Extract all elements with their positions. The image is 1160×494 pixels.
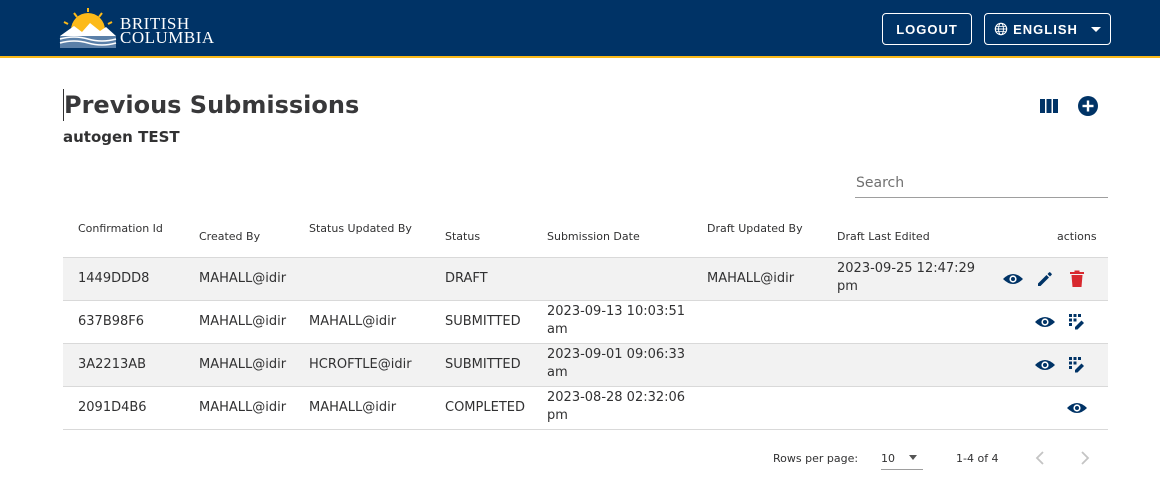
- column-header-created-by[interactable]: Created By: [199, 230, 260, 243]
- manage-submission-button[interactable]: [1065, 353, 1089, 377]
- column-header-draft-last-edited[interactable]: Draft Last Edited: [837, 230, 930, 243]
- language-label: ENGLISH: [1013, 21, 1078, 37]
- caret-down-icon: [909, 455, 917, 460]
- bc-sun-mountain-icon: [59, 8, 117, 48]
- eye-icon: [1035, 360, 1055, 370]
- logout-button[interactable]: LOGOUT: [882, 13, 972, 45]
- column-header-confirmation-id[interactable]: Confirmation Id: [78, 222, 163, 235]
- trash-icon: [1070, 270, 1084, 287]
- cell-submission-date: 2023-09-13 10:03:51 am: [547, 304, 686, 337]
- submissions-table: Confirmation Id Created By Status Update…: [63, 210, 1108, 430]
- eye-icon: [1003, 274, 1023, 284]
- search-input[interactable]: [855, 170, 1108, 196]
- cell-status: DRAFT: [445, 271, 488, 286]
- eye-icon: [1067, 403, 1087, 413]
- top-navigation-bar: BRITISH COLUMBIA LOGOUT ENGLISH: [0, 0, 1160, 58]
- column-header-draft-updated-by[interactable]: Draft Updated By: [707, 222, 803, 235]
- globe-icon: [994, 22, 1008, 36]
- rows-per-page-label: Rows per page:: [773, 452, 859, 465]
- cell-status-updated-by: MAHALL@idir: [309, 314, 397, 329]
- view-columns-icon: [1040, 99, 1058, 113]
- view-submission-button[interactable]: [1065, 396, 1089, 420]
- eye-icon: [1035, 317, 1055, 327]
- search-field[interactable]: [855, 170, 1108, 198]
- grid-edit-icon: [1069, 314, 1084, 330]
- cell-submission-date: 2023-09-01 09:06:33 am: [547, 347, 686, 380]
- table-row: 637B98F6 MAHALL@idir MAHALL@idir SUBMITT…: [63, 301, 1108, 344]
- page-title: Previous Submissions: [64, 91, 360, 119]
- column-header-submission-date[interactable]: Submission Date: [547, 230, 640, 243]
- language-selector-button[interactable]: ENGLISH: [984, 13, 1111, 45]
- delete-draft-button[interactable]: [1065, 267, 1089, 291]
- rows-per-page-select[interactable]: 10: [881, 448, 923, 470]
- column-header-status[interactable]: Status: [445, 230, 480, 243]
- page-range-text: 1-4 of 4: [956, 452, 999, 465]
- column-header-actions: actions: [1057, 230, 1097, 243]
- logo-text-columbia: COLUMBIA: [120, 28, 215, 47]
- chevron-down-icon: [1090, 26, 1101, 32]
- grid-edit-icon: [1069, 357, 1084, 373]
- cell-submission-date: 2023-08-28 02:32:06 pm: [547, 390, 686, 423]
- table-pagination: Rows per page: 10 1-4 of 4: [63, 440, 1108, 476]
- next-page-button[interactable]: [1075, 448, 1095, 468]
- create-submission-button[interactable]: [1076, 94, 1100, 118]
- table-row: 2091D4B6 MAHALL@idir MAHALL@idir COMPLET…: [63, 387, 1108, 430]
- cell-status: SUBMITTED: [445, 314, 521, 329]
- plus-circle-icon: [1078, 96, 1098, 116]
- cell-draft-updated-by: MAHALL@idir: [707, 271, 795, 286]
- table-row: 1449DDD8 MAHALL@idir DRAFT MAHALL@idir 2…: [63, 258, 1108, 301]
- cell-confirmation-id: 1449DDD8: [78, 271, 150, 286]
- cell-status: COMPLETED: [445, 400, 525, 415]
- logout-button-label: LOGOUT: [896, 21, 958, 37]
- cell-draft-last-edited: 2023-09-25 12:47:29 pm: [837, 261, 976, 294]
- cell-created-by: MAHALL@idir: [199, 314, 287, 329]
- cell-confirmation-id: 3A2213AB: [78, 357, 147, 372]
- previous-page-button[interactable]: [1030, 448, 1050, 468]
- cell-created-by: MAHALL@idir: [199, 400, 287, 415]
- chevron-left-icon: [1035, 451, 1044, 465]
- table-row: 3A2213AB MAHALL@idir HCROFTLE@idir SUBMI…: [63, 344, 1108, 387]
- cell-created-by: MAHALL@idir: [199, 271, 287, 286]
- form-name: autogen TEST: [63, 128, 180, 146]
- table-header: Confirmation Id Created By Status Update…: [63, 210, 1108, 258]
- cell-status: SUBMITTED: [445, 357, 521, 372]
- edit-draft-button[interactable]: [1033, 267, 1057, 291]
- columns-button[interactable]: [1038, 95, 1060, 117]
- view-submission-button[interactable]: [1033, 353, 1057, 377]
- manage-submission-button[interactable]: [1065, 310, 1089, 334]
- rows-per-page-value: 10: [881, 452, 895, 465]
- cell-status-updated-by: MAHALL@idir: [309, 400, 397, 415]
- cell-confirmation-id: 637B98F6: [78, 314, 145, 329]
- view-submission-button[interactable]: [1001, 267, 1025, 291]
- bc-gov-logo[interactable]: BRITISH COLUMBIA: [58, 8, 214, 50]
- cell-confirmation-id: 2091D4B6: [78, 400, 147, 415]
- pencil-icon: [1038, 272, 1052, 286]
- cell-status-updated-by: HCROFTLE@idir: [309, 357, 412, 372]
- column-header-status-updated-by[interactable]: Status Updated By: [309, 222, 412, 235]
- view-submission-button[interactable]: [1033, 310, 1057, 334]
- cell-created-by: MAHALL@idir: [199, 357, 287, 372]
- chevron-right-icon: [1081, 451, 1090, 465]
